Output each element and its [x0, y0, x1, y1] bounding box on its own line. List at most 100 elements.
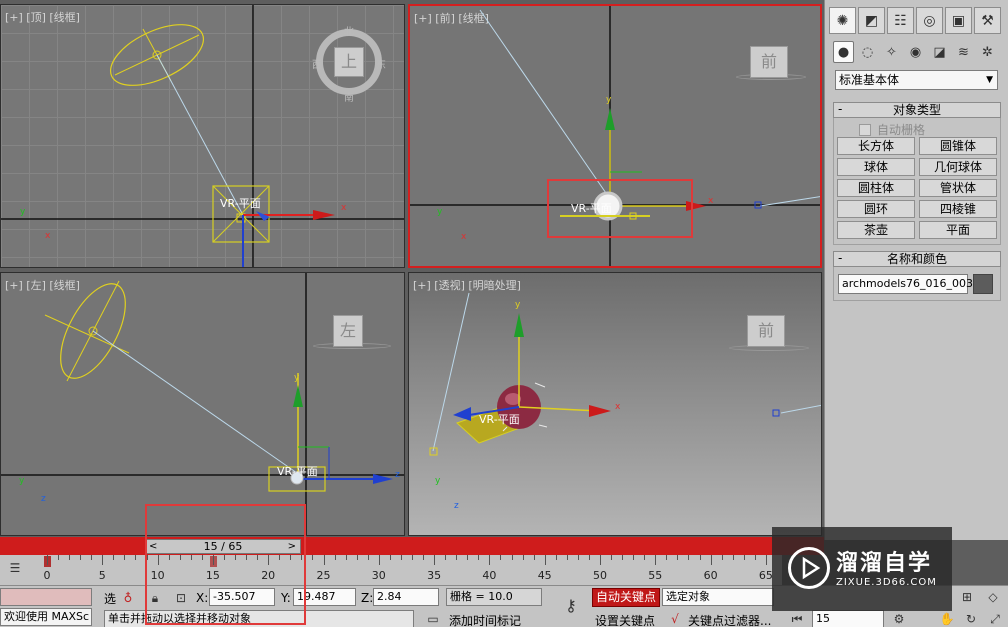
set-key-button[interactable]: 设置关键点 — [595, 612, 655, 627]
maxscript-listener[interactable]: 欢迎使用 MAXSc — [0, 608, 92, 626]
goto-start-icon[interactable]: ⏮ — [788, 610, 806, 627]
ruler-tick — [721, 555, 723, 560]
lock-icon[interactable]: 🔒︎ — [146, 589, 164, 607]
viewcube[interactable]: 前 — [750, 46, 788, 78]
motion-icon[interactable]: ◎ — [916, 7, 943, 34]
auto-key-button[interactable]: 自动关键点 — [592, 588, 661, 607]
category-dropdown[interactable]: 标准基本体 ▼ — [835, 70, 998, 90]
ruler-tick — [688, 555, 690, 560]
ruler-tick — [124, 555, 126, 560]
name-color-rollout-header[interactable]: - 名称和颜色 — [833, 251, 1001, 267]
lights-icon[interactable]: ✧ — [881, 41, 902, 63]
axis-label-z-corner: z — [41, 494, 46, 504]
ruler-tick — [301, 555, 303, 560]
viewcube[interactable]: 前 — [747, 315, 785, 347]
track-bar[interactable]: ☰ 0 5 10 15 20 25 30 35 40 45 50 55 60 65 — [0, 555, 782, 585]
box-button[interactable]: 长方体 — [837, 137, 915, 155]
ruler-tick — [268, 555, 270, 565]
cylinder-button[interactable]: 圆柱体 — [837, 179, 915, 197]
prev-frame-icon[interactable]: < — [149, 540, 157, 553]
viewport-perspective[interactable]: [+] [透视] [明暗处理] y x z y VR-平面 前 — [408, 272, 822, 536]
key-mode-dropdown[interactable]: 选定对象 — [662, 588, 774, 606]
current-frame-field[interactable]: 15 — [812, 610, 884, 627]
selection-label: 选 — [104, 592, 117, 606]
utilities-icon[interactable]: ⚒ — [974, 7, 1001, 34]
pan-icon[interactable]: ✋ — [938, 610, 956, 627]
time-config-icon[interactable]: ⚙ — [890, 610, 908, 627]
viewcube[interactable]: 上 — [334, 47, 364, 77]
watermark-url: ZIXUE.3D66.COM — [836, 577, 937, 588]
tube-button[interactable]: 管状体 — [919, 179, 997, 197]
ruler-tick — [456, 555, 458, 560]
key-icon[interactable]: ⚷ — [558, 596, 584, 615]
object-name-field[interactable]: archmodels76_016_003 — [838, 274, 973, 294]
hierarchy-icon[interactable]: ☷ — [887, 7, 914, 34]
ruler-tick — [611, 555, 613, 560]
cameras-icon[interactable]: ◉ — [905, 41, 926, 63]
object-label: VR-平面 — [571, 202, 612, 215]
ruler-tick — [356, 555, 358, 560]
teapot-button[interactable]: 茶壶 — [837, 221, 915, 239]
maximize-viewport-icon[interactable]: ⤢ — [986, 610, 1004, 627]
viewport-left[interactable]: [+] [左] [线框] y z z y VR-平面 左 — [0, 272, 405, 536]
ruler-tick — [467, 555, 469, 560]
ruler-tick — [113, 555, 115, 560]
geosphere-button[interactable]: 几何球体 — [919, 158, 997, 176]
axis-label-z-corner: z — [454, 501, 459, 511]
plane-button[interactable]: 平面 — [919, 221, 997, 239]
torus-button[interactable]: 圆环 — [837, 200, 915, 218]
ruler-tick-label: 0 — [43, 569, 51, 582]
ruler-tick — [588, 555, 590, 560]
viewport-front[interactable]: [+] [前] [线框] y x x y VR-平面 前 — [408, 4, 822, 268]
time-slider[interactable]: < 15 / 65 > — [145, 539, 301, 554]
spacewarps-icon[interactable]: ≋ — [953, 41, 974, 63]
svg-text:y: y — [515, 300, 521, 310]
object-type-rollout-header[interactable]: - 对象类型 — [833, 102, 1001, 118]
cone-button[interactable]: 圆锥体 — [919, 137, 997, 155]
display-icon[interactable]: ▣ — [945, 7, 972, 34]
shapes-icon[interactable]: ◌ — [857, 41, 878, 63]
sphere-button[interactable]: 球体 — [837, 158, 915, 176]
systems-icon[interactable]: ✲ — [977, 41, 998, 63]
left-scene: y z — [1, 273, 404, 535]
collapse-icon: - — [838, 102, 843, 116]
next-frame-icon[interactable]: > — [288, 540, 296, 553]
command-panel: ✺ ◩ ☷ ◎ ▣ ⚒ ● ◌ ✧ ◉ ◪ ≋ ✲ 标准基本体 ▼ - 对象类型… — [824, 0, 1008, 540]
time-tag-icon[interactable]: ▭ — [424, 610, 442, 627]
field-of-view-icon[interactable]: ◇ — [984, 588, 1002, 606]
create-icon[interactable]: ✺ — [829, 7, 856, 34]
watermark: 溜溜自学 ZIXUE.3D66.COM — [772, 527, 952, 611]
modify-icon[interactable]: ◩ — [858, 7, 885, 34]
checkbox-box — [859, 123, 871, 136]
viewport-top[interactable]: [+] [顶] [线框] x x y VR-平面 北 南 西 东 上 — [0, 4, 405, 268]
pyramid-button[interactable]: 四棱锥 — [919, 200, 997, 218]
ruler-tick — [533, 555, 535, 560]
zoom-extents-icon[interactable]: ⊞ — [958, 588, 976, 606]
helpers-icon[interactable]: ◪ — [929, 41, 950, 63]
ruler-tick — [102, 555, 104, 565]
ruler-tick — [522, 555, 524, 560]
svg-text:y: y — [606, 95, 612, 105]
axis-label-y-corner: y — [435, 476, 441, 486]
category-value: 标准基本体 — [839, 73, 900, 87]
object-label: VR-平面 — [220, 197, 261, 210]
absolute-mode-icon[interactable]: ⊡ — [172, 589, 190, 607]
y-coordinate-field[interactable]: 19.487 — [293, 588, 356, 606]
watermark-title: 溜溜自学 — [836, 551, 933, 576]
ruler-tick — [710, 555, 712, 565]
ruler-tick — [157, 555, 159, 565]
key-filter-icon[interactable]: √ — [666, 610, 684, 627]
isolate-icon[interactable]: ♁ — [119, 589, 137, 607]
x-coordinate-field[interactable]: -35.507 — [209, 588, 275, 606]
geometry-icon[interactable]: ● — [833, 41, 854, 63]
curve-editor-icon[interactable]: ☰ — [4, 559, 26, 577]
orbit-icon[interactable]: ↻ — [962, 610, 980, 627]
z-coordinate-field[interactable]: 2.84 — [373, 588, 439, 606]
ruler-tick — [478, 555, 480, 560]
object-color-swatch[interactable] — [973, 274, 993, 294]
add-time-tag-button[interactable]: 添加时间标记 — [449, 612, 521, 627]
key-filters-button[interactable]: 关键点过滤器... — [688, 612, 771, 627]
viewcube[interactable]: 左 — [333, 315, 363, 347]
autogrid-checkbox[interactable]: 自动栅格 — [859, 121, 925, 138]
maxscript-listener-top[interactable] — [0, 588, 92, 606]
